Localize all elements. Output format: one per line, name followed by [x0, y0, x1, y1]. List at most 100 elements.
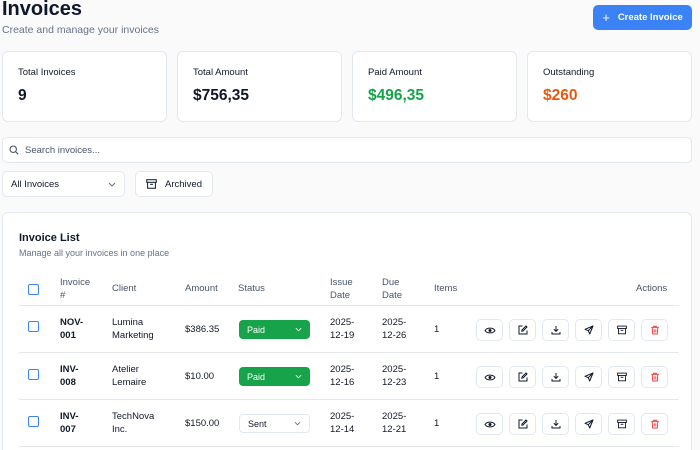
stat-card-total-amount: Total Amount $756,35 — [177, 51, 342, 122]
edit-invoice-button[interactable] — [509, 366, 536, 388]
column-header-amount[interactable]: Amount — [185, 283, 218, 296]
stat-card-outstanding: Outstanding $260 — [527, 51, 692, 122]
stat-label: Outstanding — [543, 67, 595, 78]
row-divider — [19, 446, 679, 447]
stat-label: Total Amount — [193, 67, 248, 78]
row-divider — [19, 305, 679, 306]
eye-icon — [483, 326, 496, 335]
download-icon — [551, 419, 561, 429]
status-select[interactable]: Paid — [239, 320, 310, 339]
page-subtitle: Create and manage your invoices — [2, 24, 160, 36]
search-input[interactable] — [25, 144, 665, 156]
stat-card-paid-amount: Paid Amount $496,35 — [352, 51, 517, 122]
trash-icon — [650, 372, 660, 382]
archive-icon — [146, 179, 157, 189]
client-name: TechNova Inc. — [112, 411, 155, 436]
item-count: 1 — [434, 371, 440, 382]
invoice-amount: $10.00 — [185, 371, 215, 382]
invoice-list-subtitle: Manage all your invoices in one place — [19, 248, 170, 258]
download-invoice-button[interactable] — [542, 366, 569, 388]
archive-invoice-button[interactable] — [608, 319, 635, 341]
download-invoice-button[interactable] — [542, 413, 569, 435]
select-all-checkbox[interactable] — [28, 284, 39, 295]
stat-label: Paid Amount — [368, 67, 422, 78]
invoice-number[interactable]: NOV- 001 — [60, 316, 83, 343]
invoice-amount: $150.00 — [185, 418, 220, 429]
send-icon — [584, 419, 594, 429]
stat-value: $496,35 — [368, 87, 425, 104]
column-header-client[interactable]: Client — [112, 283, 136, 296]
eye-icon — [483, 373, 496, 382]
page-title: Invoices — [2, 0, 83, 20]
row-divider — [19, 399, 679, 400]
status-value: Paid — [247, 371, 266, 382]
view-invoice-button[interactable] — [476, 366, 503, 388]
delete-invoice-button[interactable] — [641, 366, 668, 388]
row-checkbox[interactable] — [28, 369, 39, 380]
stat-value: 9 — [18, 87, 27, 104]
download-icon — [551, 325, 561, 335]
item-count: 1 — [434, 418, 440, 429]
delete-invoice-button[interactable] — [641, 319, 668, 341]
status-value: Paid — [247, 324, 266, 335]
archive-icon — [616, 325, 627, 335]
invoice-number[interactable]: INV- 008 — [60, 363, 78, 390]
column-header-items[interactable]: Items — [434, 283, 457, 296]
send-icon — [584, 325, 594, 335]
due-date: 2025- 12-21 — [382, 411, 407, 436]
download-invoice-button[interactable] — [542, 319, 569, 341]
row-checkbox[interactable] — [28, 416, 39, 427]
create-invoice-label: Create Invoice — [617, 12, 683, 23]
view-invoice-button[interactable] — [476, 319, 503, 341]
trash-icon — [650, 325, 660, 335]
invoice-list-panel: Invoice List Manage all your invoices in… — [2, 212, 692, 450]
edit-icon — [518, 372, 528, 382]
chevron-down-icon — [294, 421, 301, 426]
edit-icon — [518, 325, 528, 335]
column-header-issue-date[interactable]: Issue Date — [330, 277, 353, 303]
view-invoice-button[interactable] — [476, 413, 503, 435]
chevron-down-icon — [108, 182, 116, 187]
column-header-status[interactable]: Status — [238, 283, 265, 296]
send-invoice-button[interactable] — [575, 413, 602, 435]
column-header-invoice[interactable]: Invoice # — [60, 277, 90, 303]
row-divider — [19, 352, 679, 353]
status-value: Sent — [248, 418, 267, 429]
eye-icon — [483, 420, 496, 429]
issue-date: 2025- 12-19 — [330, 317, 355, 342]
invoice-filter-select[interactable]: All Invoices — [2, 171, 125, 197]
invoice-number[interactable]: INV- 007 — [60, 410, 78, 437]
status-select[interactable]: Paid — [239, 367, 310, 386]
stat-value: $756,35 — [193, 87, 250, 104]
due-date: 2025- 12-23 — [382, 364, 407, 389]
edit-icon — [518, 419, 528, 429]
download-icon — [551, 372, 561, 382]
edit-invoice-button[interactable] — [509, 319, 536, 341]
plus-icon: + — [602, 10, 610, 25]
row-checkbox[interactable] — [28, 321, 39, 332]
item-count: 1 — [434, 324, 440, 335]
send-invoice-button[interactable] — [575, 319, 602, 341]
archive-invoice-button[interactable] — [608, 366, 635, 388]
filter-selected-value: All Invoices — [11, 178, 60, 190]
due-date: 2025- 12-26 — [382, 317, 407, 342]
delete-invoice-button[interactable] — [641, 413, 668, 435]
archived-button[interactable]: Archived — [135, 171, 213, 197]
status-select[interactable]: Sent — [239, 414, 310, 433]
stat-label: Total Invoices — [18, 67, 76, 78]
invoice-amount: $386.35 — [185, 324, 220, 335]
archive-invoice-button[interactable] — [608, 413, 635, 435]
search-icon — [9, 145, 19, 155]
column-header-actions: Actions — [636, 283, 668, 294]
issue-date: 2025- 12-14 — [330, 411, 355, 436]
archived-label: Archived — [165, 178, 202, 190]
client-name: Lumina Marketing — [112, 317, 154, 342]
archive-icon — [616, 372, 627, 382]
create-invoice-button[interactable]: + Create Invoice — [593, 5, 692, 30]
edit-invoice-button[interactable] — [509, 413, 536, 435]
column-header-due-date[interactable]: Due Date — [382, 277, 402, 303]
invoice-list-title: Invoice List — [19, 232, 80, 244]
send-invoice-button[interactable] — [575, 366, 602, 388]
archive-icon — [616, 419, 627, 429]
stat-value: $260 — [543, 87, 578, 104]
